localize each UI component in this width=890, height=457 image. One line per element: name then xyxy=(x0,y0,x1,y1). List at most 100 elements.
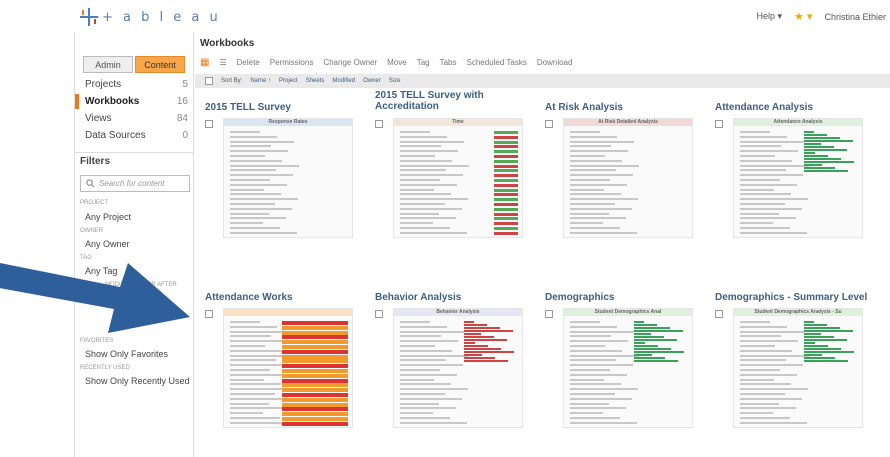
thumbnail-row xyxy=(740,349,792,352)
favorites-menu[interactable]: ★ ▾ xyxy=(794,10,812,23)
thumbnail-row xyxy=(230,321,260,323)
thumbnail-cell xyxy=(282,359,348,364)
search-icon xyxy=(86,179,95,188)
thumbnail-row xyxy=(230,369,270,371)
thumbnail-row xyxy=(400,179,440,181)
thumbnail-row xyxy=(570,131,600,133)
sort-size[interactable]: Size xyxy=(389,78,401,84)
thumbnail-bar xyxy=(464,324,487,326)
thumbnail-cell xyxy=(282,325,348,330)
nav-item-views[interactable]: Views 84 xyxy=(75,110,194,127)
thumbnail-row xyxy=(740,393,785,395)
tab-admin[interactable]: Admin xyxy=(83,56,133,73)
workbook-title[interactable]: Attendance Analysis xyxy=(715,102,875,113)
thumbnail-row xyxy=(740,203,785,205)
toolbar-tabs[interactable]: Tabs xyxy=(440,58,457,67)
thumbnail-row xyxy=(570,155,605,157)
thumbnail-row xyxy=(740,397,802,400)
grid-view-icon[interactable]: ▦ xyxy=(200,57,209,68)
nav-item-workbooks[interactable]: Workbooks 16 xyxy=(75,93,194,110)
user-menu[interactable]: Christina Ethier xyxy=(824,12,886,22)
tableau-logo[interactable]: + a b l e a u xyxy=(80,8,221,26)
nav-item-data-sources[interactable]: Data Sources 0 xyxy=(75,127,194,144)
workbook-checkbox[interactable] xyxy=(375,310,383,318)
thumbnail-row xyxy=(230,145,271,148)
thumbnail-row xyxy=(230,227,280,229)
search-input[interactable]: Search for content xyxy=(80,175,190,192)
thumbnail-bar xyxy=(464,351,514,353)
workbook-title[interactable]: 2015 TELL Survey with Accreditation xyxy=(375,90,535,112)
thumbnail-row xyxy=(400,212,439,215)
workbook-checkbox[interactable] xyxy=(715,120,723,128)
thumbnail-row xyxy=(740,155,775,157)
workbook-title[interactable]: At Risk Analysis xyxy=(545,102,705,113)
page-title: Workbooks xyxy=(200,38,255,49)
workbook-title[interactable]: Demographics xyxy=(545,292,705,303)
search-placeholder: Search for content xyxy=(99,179,165,188)
workbook-checkbox[interactable] xyxy=(205,120,213,128)
workbook-checkbox[interactable] xyxy=(715,310,723,318)
tab-content[interactable]: Content xyxy=(135,56,185,73)
sort-owner[interactable]: Owner xyxy=(363,78,381,84)
thumbnail-row xyxy=(740,364,803,367)
toolbar-download[interactable]: Download xyxy=(537,58,573,67)
workbook-checkbox[interactable] xyxy=(545,120,553,128)
thumbnail-row xyxy=(570,407,626,410)
workbook-checkbox[interactable] xyxy=(375,120,383,128)
project-filter[interactable]: Any Project xyxy=(85,212,131,222)
thumbnail-row xyxy=(400,164,469,167)
workbook-thumbnail[interactable]: Student Demographics Anal xyxy=(563,308,693,428)
thumbnail-bar xyxy=(634,342,645,344)
thumbnail-bar xyxy=(634,360,678,362)
toolbar-permissions[interactable]: Permissions xyxy=(270,58,314,67)
toolbar-move[interactable]: Move xyxy=(387,58,407,67)
workbook-thumbnail[interactable]: Behavior Analysis xyxy=(393,308,523,428)
thumbnail-bar xyxy=(464,345,488,347)
thumbnail-row xyxy=(570,159,622,162)
nav-label: Projects xyxy=(85,79,122,90)
workbook-title[interactable]: Behavior Analysis xyxy=(375,292,535,303)
favorites-filter[interactable]: Show Only Favorites xyxy=(85,349,168,359)
workbook-thumbnail[interactable]: Attendance Analysis xyxy=(733,118,863,238)
thumbnail-row xyxy=(740,421,807,424)
thumbnail-row xyxy=(570,203,615,205)
thumbnail-row xyxy=(230,169,276,172)
sort-project[interactable]: Project xyxy=(279,78,298,84)
help-menu[interactable]: Help ▾ xyxy=(756,11,782,22)
toolbar-delete[interactable]: Delete xyxy=(237,58,260,67)
workbook-checkbox[interactable] xyxy=(545,310,553,318)
thumbnail-row xyxy=(740,131,770,133)
sort-bar: Sort By: Name ↑ Project Sheets Modified … xyxy=(195,74,890,88)
toolbar-scheduled-tasks[interactable]: Scheduled Tasks xyxy=(467,58,527,67)
favorites-filter-label: FAVORITES xyxy=(80,338,114,344)
workbook-thumbnail[interactable]: Response Rates xyxy=(223,118,353,238)
thumbnail-row xyxy=(740,159,792,162)
nav-item-projects[interactable]: Projects 5 xyxy=(75,76,194,93)
workbook-title[interactable]: 2015 TELL Survey xyxy=(205,102,365,113)
workbook-thumbnail[interactable] xyxy=(223,308,353,428)
select-all-checkbox[interactable] xyxy=(205,77,213,85)
thumbnail-cell xyxy=(282,383,348,388)
thumbnail-row xyxy=(230,231,297,234)
toolbar-change-owner[interactable]: Change Owner xyxy=(323,58,377,67)
workbook-checkbox[interactable] xyxy=(205,310,213,318)
thumbnail-row xyxy=(230,383,281,386)
sort-name[interactable]: Name ↑ xyxy=(250,78,271,84)
workbook-thumbnail[interactable]: At Risk Detailed Analysis xyxy=(563,118,693,238)
thumbnail-row xyxy=(400,335,441,338)
recent-filter[interactable]: Show Only Recently Used xyxy=(85,376,190,386)
thumbnail-row xyxy=(740,179,780,181)
list-view-icon[interactable]: ☰ xyxy=(219,58,226,67)
thumbnail-bar xyxy=(634,327,670,329)
sort-sheets[interactable]: Sheets xyxy=(306,78,325,84)
thumbnail-bar xyxy=(634,345,658,347)
workbook-thumbnail[interactable]: Student Demographics Analysis - Su xyxy=(733,308,863,428)
thumbnail-bar xyxy=(464,354,482,356)
toolbar-tag[interactable]: Tag xyxy=(417,58,430,67)
thumbnail-row xyxy=(230,222,263,225)
workbook-title[interactable]: Attendance Works xyxy=(205,292,365,303)
sort-modified[interactable]: Modified xyxy=(332,78,355,84)
workbook-thumbnail[interactable]: Time xyxy=(393,118,523,238)
workbook-title[interactable]: Demographics - Summary Level xyxy=(715,292,875,303)
thumbnail-row xyxy=(570,335,611,338)
